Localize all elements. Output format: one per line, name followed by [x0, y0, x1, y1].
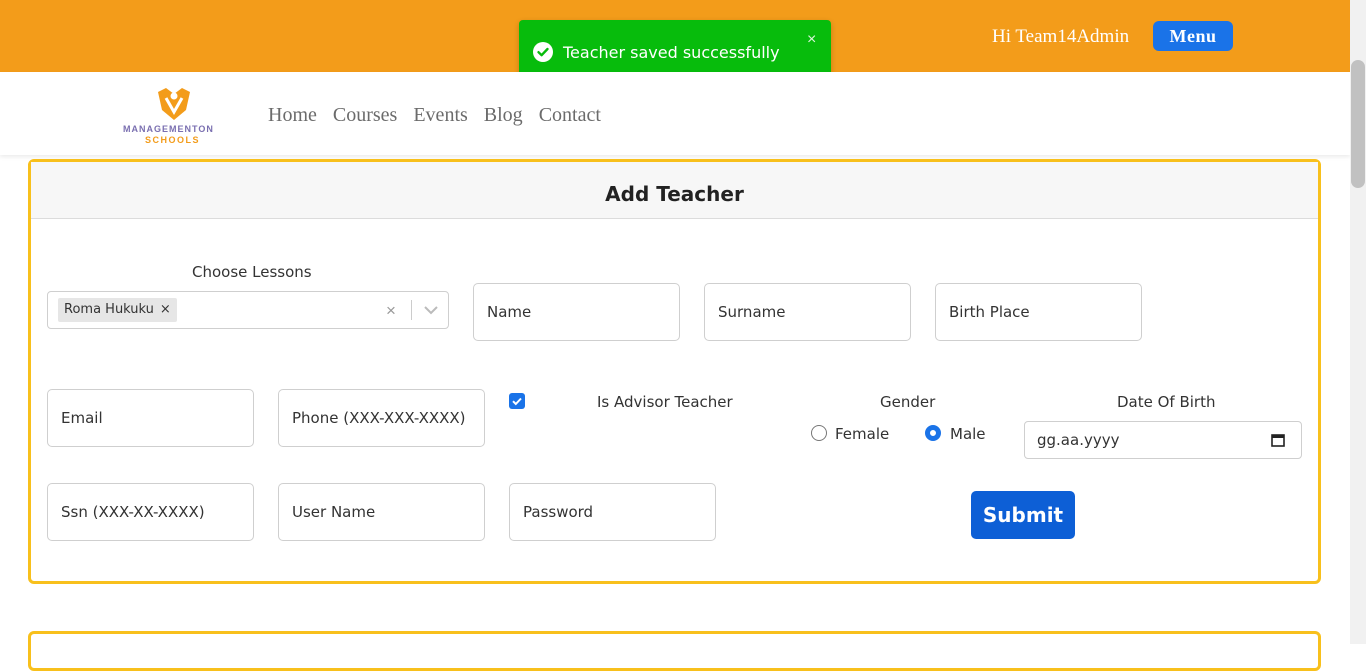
password-input[interactable]: Password — [509, 483, 716, 541]
lessons-select[interactable]: Roma Hukuku × × — [47, 291, 449, 329]
nav-contact[interactable]: Contact — [539, 104, 601, 127]
dob-placeholder: gg.aa.yyyy — [1037, 431, 1120, 449]
ssn-input[interactable]: Ssn (XXX-XX-XXXX) — [47, 483, 254, 541]
nav-courses[interactable]: Courses — [333, 104, 397, 127]
birth-place-input[interactable]: Birth Place — [935, 283, 1142, 341]
username-input[interactable]: User Name — [278, 483, 485, 541]
scrollbar-thumb[interactable] — [1351, 60, 1365, 188]
user-greeting: Hi Team14Admin — [992, 26, 1130, 47]
toast-message: Teacher saved successfully — [563, 43, 780, 62]
gender-female-radio[interactable] — [811, 425, 827, 441]
nav-links: Home Courses Events Blog Contact — [268, 104, 601, 127]
check-circle-icon — [533, 42, 553, 62]
main-navbar: MANAGEMENTON SCHOOLS Home Courses Events… — [0, 72, 1350, 155]
next-card — [28, 631, 1321, 671]
gender-male-radio[interactable] — [925, 425, 941, 441]
check-icon — [512, 397, 522, 406]
logo-emblem-icon — [158, 88, 190, 120]
dob-label: Date Of Birth — [1117, 393, 1216, 411]
gender-female-label: Female — [835, 425, 890, 443]
surname-input[interactable]: Surname — [704, 283, 911, 341]
lessons-label: Choose Lessons — [192, 263, 312, 281]
lesson-chip: Roma Hukuku × — [58, 298, 177, 322]
page-title: Add Teacher — [605, 182, 744, 206]
gender-label: Gender — [880, 393, 936, 411]
nav-events[interactable]: Events — [413, 104, 467, 127]
clear-icon[interactable]: × — [386, 301, 396, 321]
card-header: Add Teacher — [31, 162, 1318, 219]
advisor-checkbox[interactable] — [509, 393, 525, 409]
logo-text-bottom: SCHOOLS — [145, 135, 201, 145]
nav-blog[interactable]: Blog — [484, 104, 523, 127]
calendar-icon[interactable] — [1271, 433, 1285, 447]
submit-button[interactable]: Submit — [971, 491, 1075, 539]
gender-male-label: Male — [950, 425, 986, 443]
phone-input[interactable]: Phone (XXX-XXX-XXXX) — [278, 389, 485, 447]
chevron-down-icon[interactable] — [421, 300, 441, 320]
nav-home[interactable]: Home — [268, 104, 317, 127]
school-logo[interactable]: MANAGEMENTON SCHOOLS — [120, 80, 228, 145]
dob-input[interactable]: gg.aa.yyyy — [1024, 421, 1302, 459]
lesson-chip-label: Roma Hukuku — [64, 302, 154, 317]
toast-close-button[interactable]: × — [807, 31, 816, 49]
email-input[interactable]: Email — [47, 389, 254, 447]
name-input[interactable]: Name — [473, 283, 680, 341]
menu-button[interactable]: Menu — [1153, 21, 1233, 51]
logo-text-top: MANAGEMENTON — [123, 124, 214, 134]
advisor-label: Is Advisor Teacher — [597, 393, 733, 411]
chip-remove-icon[interactable]: × — [160, 302, 171, 317]
select-separator — [411, 300, 412, 320]
